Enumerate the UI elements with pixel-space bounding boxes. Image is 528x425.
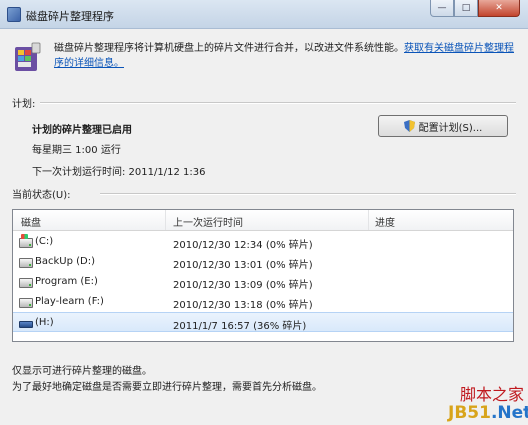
drive-icon — [19, 298, 33, 308]
schedule-status: 计划的碎片整理已启用 — [32, 125, 132, 136]
disk-list-header: 磁盘 上一次运行时间 进度 — [13, 210, 513, 231]
title-bar: 磁盘碎片整理程序 — □ ✕ — [0, 0, 528, 29]
window-controls: — □ ✕ — [430, 0, 520, 18]
disk-last-run: 2010/12/30 12:34 (0% 碎片) — [173, 240, 313, 251]
disk-last-run: 2010/12/30 13:09 (0% 碎片) — [173, 280, 313, 291]
disk-row-selected[interactable]: (H:) 2011/1/7 16:57 (36% 碎片) — [13, 312, 513, 332]
footer-note: 仅显示可进行碎片整理的磁盘。 — [12, 366, 152, 377]
disk-row[interactable]: (C:) 2010/12/30 12:34 (0% 碎片) — [13, 232, 513, 252]
drive-icon — [19, 258, 33, 268]
shield-icon — [403, 120, 415, 132]
disk-row[interactable]: Play-learn (F:) 2010/12/30 13:18 (0% 碎片) — [13, 292, 513, 312]
watermark-suffix: .Net — [490, 403, 528, 423]
schedule-frequency: 每星期三 1:00 运行 — [32, 145, 121, 156]
removable-drive-icon — [19, 321, 33, 328]
current-status-label: 当前状态(U): — [12, 190, 71, 201]
schedule-next-run: 下一次计划运行时间: 2011/1/12 1:36 — [32, 167, 206, 178]
schedule-group-label: 计划: — [12, 99, 36, 110]
watermark-main: JB51 — [448, 403, 491, 423]
disk-name: Play-learn (F:) — [35, 296, 104, 307]
column-header-progress[interactable]: 进度 — [375, 214, 395, 229]
current-status-divider — [100, 193, 516, 195]
minimize-icon[interactable]: — — [430, 0, 454, 17]
defrag-icon — [15, 42, 41, 71]
watermark-text: 脚本之家 — [460, 385, 525, 404]
disk-last-run: 2011/1/7 16:57 (36% 碎片) — [173, 321, 307, 332]
disk-row[interactable]: Program (E:) 2010/12/30 13:09 (0% 碎片) — [13, 272, 513, 292]
intro-text: 磁盘碎片整理程序将计算机硬盘上的碎片文件进行合并，以改进文件系统性能。 — [54, 43, 404, 54]
column-separator[interactable] — [165, 210, 166, 230]
column-header-disk[interactable]: 磁盘 — [21, 214, 41, 229]
disk-name: Program (E:) — [35, 276, 98, 287]
disk-name: (H:) — [35, 317, 54, 328]
column-separator[interactable] — [368, 210, 369, 230]
close-icon[interactable]: ✕ — [478, 0, 520, 17]
window-title: 磁盘碎片整理程序 — [26, 10, 114, 23]
footer-hint: 为了最好地确定磁盘是否需要立即进行碎片整理，需要首先分析磁盘。 — [12, 382, 322, 393]
watermark-logo: JB51.Net — [448, 403, 528, 423]
disk-last-run: 2010/12/30 13:01 (0% 碎片) — [173, 260, 313, 271]
configure-schedule-button[interactable]: 配置计划(S)... — [378, 115, 508, 137]
intro-description: 磁盘碎片整理程序将计算机硬盘上的碎片文件进行合并，以改进文件系统性能。获取有关磁… — [54, 41, 516, 71]
main-content: 磁盘碎片整理程序将计算机硬盘上的碎片文件进行合并，以改进文件系统性能。获取有关磁… — [0, 29, 528, 425]
column-header-last-run[interactable]: 上一次运行时间 — [173, 214, 243, 229]
disk-last-run: 2010/12/30 13:18 (0% 碎片) — [173, 300, 313, 311]
disk-row[interactable]: BackUp (D:) 2010/12/30 13:01 (0% 碎片) — [13, 252, 513, 272]
disk-list[interactable]: 磁盘 上一次运行时间 进度 (C:) 2010/12/30 12:34 (0% … — [12, 209, 514, 342]
disk-name: (C:) — [35, 236, 54, 247]
maximize-icon[interactable]: □ — [454, 0, 478, 17]
drive-icon — [19, 278, 33, 288]
defrag-app-icon — [7, 7, 21, 22]
configure-schedule-label: 配置计划(S)... — [418, 122, 483, 134]
disk-name: BackUp (D:) — [35, 256, 95, 267]
system-drive-icon — [19, 234, 33, 248]
schedule-divider — [40, 102, 516, 104]
